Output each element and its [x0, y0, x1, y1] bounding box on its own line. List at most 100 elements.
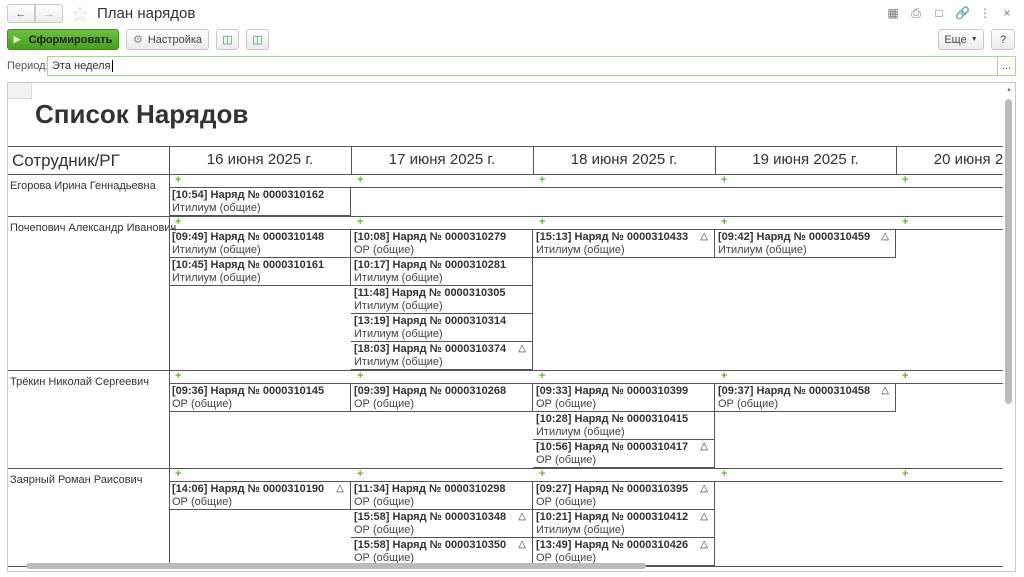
order-department: Итилиум (общие): [354, 328, 443, 340]
add-order-label: Добавить новый наряд: [896, 481, 1013, 482]
order-card[interactable]: [10:21] Наряд № 0000310412 Итилиум (общие…: [533, 510, 715, 538]
add-order-link[interactable]: +Добавить новый наряд: [169, 370, 351, 384]
order-card[interactable]: [09:36] Наряд № 0000310145 ОР (общие): [169, 384, 351, 412]
order-card[interactable]: [10:45] Наряд № 0000310161 Итилиум (общие…: [169, 258, 351, 286]
order-card[interactable]: [09:39] Наряд № 0000310268 ОР (общие): [351, 384, 533, 412]
order-card[interactable]: [15:13] Наряд № 0000310433 Итилиум (общие…: [533, 230, 715, 258]
play-icon: ▶: [13, 34, 21, 44]
day-header: 19 июня 2025 г.: [752, 151, 859, 168]
add-order-link[interactable]: +Добавить новый наряд: [533, 174, 715, 188]
add-order-label: Добавить новый наряд: [896, 383, 1013, 384]
order-card[interactable]: [09:42] Наряд № 0000310459 Итилиум (общие…: [715, 230, 896, 258]
order-card[interactable]: [09:33] Наряд № 0000310399 ОР (общие): [533, 384, 715, 412]
employee-name: Егорова Ирина Геннадьевна: [10, 180, 156, 192]
order-title: [14:06] Наряд № 0000310190: [172, 483, 325, 495]
order-department: ОР (общие): [354, 398, 415, 410]
favorite-star-icon[interactable]: ☆: [71, 2, 89, 27]
order-card[interactable]: [10:56] Наряд № 0000310417 ОР (общие) △: [533, 440, 715, 468]
plus-icon: +: [357, 370, 364, 382]
add-order-link[interactable]: +Добавить новый наряд: [896, 370, 1015, 384]
order-card[interactable]: [18:03] Наряд № 0000310374 Итилиум (общие…: [351, 342, 533, 370]
order-card[interactable]: [13:19] Наряд № 0000310314 Итилиум (общие…: [351, 314, 533, 342]
save-icon[interactable]: ▦: [886, 6, 900, 20]
scroll-up-icon[interactable]: ▲: [1003, 87, 1015, 93]
order-department: Итилиум (общие): [172, 244, 261, 256]
more-button[interactable]: Еще ▼: [938, 29, 984, 50]
order-title: [09:39] Наряд № 0000310268: [354, 385, 507, 397]
column-divider: [351, 146, 352, 174]
horizontal-scroll-thumb[interactable]: [26, 563, 646, 569]
back-button[interactable]: ←: [7, 4, 35, 23]
add-order-link[interactable]: +Добавить новый наряд: [896, 174, 1015, 188]
more-icon[interactable]: ⋮: [978, 6, 992, 20]
order-title: [09:49] Наряд № 0000310148: [172, 231, 325, 243]
order-card[interactable]: [09:37] Наряд № 0000310458 ОР (общие) △: [715, 384, 896, 412]
export-icon[interactable]: ◫: [216, 29, 239, 50]
add-order-link[interactable]: +Добавить новый наряд: [896, 468, 1015, 482]
warning-triangle-icon: △: [881, 231, 889, 242]
add-order-link[interactable]: +Добавить новый наряд: [351, 370, 533, 384]
warning-triangle-icon: △: [518, 511, 526, 522]
add-order-link[interactable]: +Добавить новый наряд: [715, 216, 896, 230]
order-card[interactable]: [10:17] Наряд № 0000310281 Итилиум (общие…: [351, 258, 533, 286]
order-card[interactable]: [10:28] Наряд № 0000310415 Итилиум (общие…: [533, 412, 715, 440]
add-order-link[interactable]: +Добавить новый наряд: [533, 216, 715, 230]
preview-icon[interactable]: □: [932, 6, 946, 20]
order-title: [11:48] Наряд № 0000310305: [354, 287, 506, 299]
order-card[interactable]: [10:54] Наряд № 0000310162 Итилиум (общие…: [169, 188, 351, 216]
order-title: [10:56] Наряд № 0000310417: [536, 441, 689, 453]
column-divider: [896, 146, 897, 174]
day-header: 16 июня 2025 г.: [206, 151, 314, 168]
column-divider: [169, 146, 170, 563]
add-order-link[interactable]: +Добавить новый наряд: [533, 370, 715, 384]
add-order-link[interactable]: +Добавить новый наряд: [169, 174, 351, 188]
order-department: Итилиум (общие): [172, 202, 261, 214]
generate-button[interactable]: ▶ Сформировать: [7, 29, 119, 50]
order-title: [18:03] Наряд № 0000310374: [354, 343, 507, 355]
period-choose-button[interactable]: ...: [997, 56, 1016, 76]
order-department: Итилиум (общие): [354, 300, 443, 312]
plus-icon: +: [721, 174, 728, 186]
add-order-link[interactable]: +Добавить новый наряд: [715, 468, 896, 482]
plus-icon: +: [721, 468, 728, 480]
order-card[interactable]: [09:49] Наряд № 0000310148 Итилиум (общие…: [169, 230, 351, 258]
vertical-scroll-thumb[interactable]: [1005, 99, 1012, 404]
order-title: [15:13] Наряд № 0000310433: [536, 231, 689, 243]
print-icon[interactable]: ⎙: [909, 6, 923, 20]
add-order-link[interactable]: +Добавить новый наряд: [351, 174, 533, 188]
close-icon[interactable]: ×: [1000, 6, 1014, 20]
order-department: ОР (общие): [536, 496, 597, 508]
order-card[interactable]: [11:34] Наряд № 0000310298 ОР (общие): [351, 482, 533, 510]
order-card[interactable]: [10:08] Наряд № 0000310279 ОР (общие): [351, 230, 533, 258]
add-order-link[interactable]: +Добавить новый наряд: [351, 216, 533, 230]
add-order-link[interactable]: +Добавить новый наряд: [533, 468, 715, 482]
report-area: Список Нарядов Сотрудник/РГ 16 июня 2025 …: [7, 82, 1016, 572]
add-order-link[interactable]: +Добавить новый наряд: [169, 468, 351, 482]
warning-triangle-icon: △: [700, 483, 708, 494]
horizontal-scrollbar[interactable]: [8, 560, 1003, 571]
plus-icon: +: [175, 468, 182, 480]
day-header: 18 июня 2025 г.: [570, 151, 678, 168]
forward-button[interactable]: →: [35, 4, 63, 23]
plus-icon: +: [175, 370, 182, 382]
add-order-link[interactable]: +Добавить новый наряд: [351, 468, 533, 482]
report-corner: [8, 83, 32, 99]
order-card[interactable]: [11:48] Наряд № 0000310305 Итилиум (общие…: [351, 286, 533, 314]
order-card[interactable]: [14:06] Наряд № 0000310190 ОР (общие) △: [169, 482, 351, 510]
order-card[interactable]: [15:58] Наряд № 0000310348 ОР (общие) △: [351, 510, 533, 538]
settings-button[interactable]: ⚙ Настройка: [126, 29, 209, 50]
add-order-link[interactable]: +Добавить новый наряд: [896, 216, 1015, 230]
link-icon[interactable]: 🔗: [955, 6, 970, 20]
order-card[interactable]: [09:27] Наряд № 0000310395 ОР (общие) △: [533, 482, 715, 510]
add-order-link[interactable]: +Добавить новый наряд: [715, 174, 896, 188]
add-order-link[interactable]: +Добавить новый наряд: [715, 370, 896, 384]
add-order-link[interactable]: +Добавить новый наряд: [169, 216, 351, 230]
import-icon[interactable]: ◫: [246, 29, 269, 50]
order-title: [15:58] Наряд № 0000310350: [354, 539, 507, 551]
order-title: [13:49] Наряд № 0000310426: [536, 539, 689, 551]
vertical-scrollbar[interactable]: ▲: [1003, 83, 1015, 571]
help-button[interactable]: ?: [991, 29, 1015, 50]
period-input[interactable]: Эта неделя: [47, 56, 998, 76]
employee-name: Заярный Роман Раисович: [10, 474, 143, 486]
plus-icon: +: [539, 216, 546, 228]
